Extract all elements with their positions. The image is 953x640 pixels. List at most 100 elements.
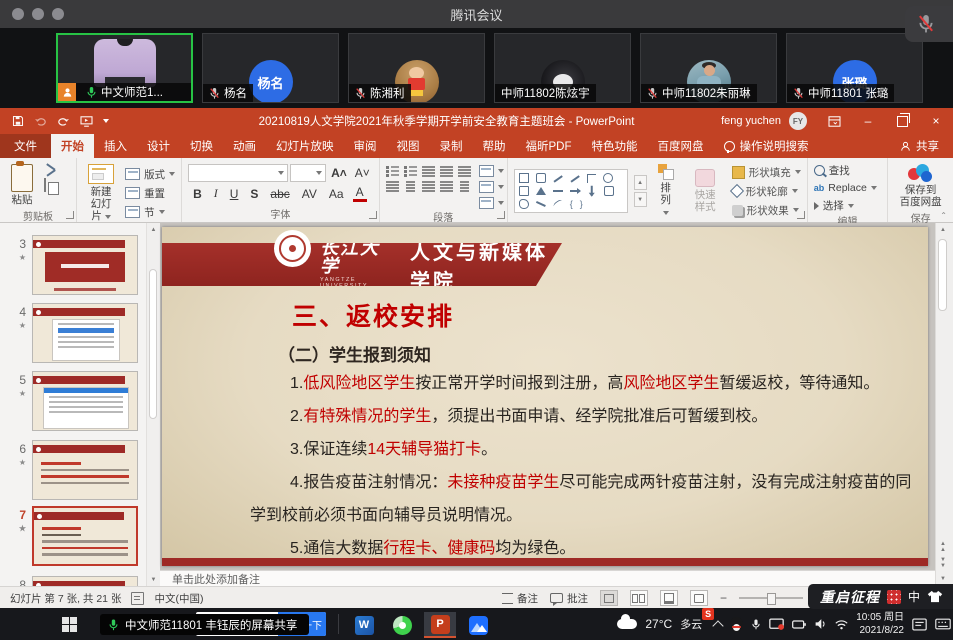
tab-home[interactable]: 开始 bbox=[51, 134, 94, 158]
tab-review[interactable]: 审阅 bbox=[344, 134, 387, 158]
notes-toggle-button[interactable]: 备注 bbox=[502, 591, 538, 606]
slide-thumbnail[interactable] bbox=[32, 235, 138, 295]
collapse-ribbon-icon[interactable]: ⌃ bbox=[940, 211, 947, 220]
zoom-slider[interactable] bbox=[739, 597, 803, 599]
tray-display-record-icon[interactable] bbox=[769, 618, 784, 631]
shape-fill-button[interactable]: 形状填充 bbox=[732, 165, 801, 180]
weather-cloud-icon[interactable] bbox=[617, 619, 637, 629]
screen-share-banner[interactable]: 中文师范11801 丰钰辰的屏幕共享 bbox=[100, 614, 309, 635]
scroll-up-icon[interactable]: ▲ bbox=[936, 223, 950, 237]
shape-effects-button[interactable]: 形状效果 bbox=[732, 203, 801, 218]
section-button[interactable]: 节 bbox=[125, 205, 175, 220]
weather-description[interactable]: 多云S bbox=[680, 616, 706, 632]
participant-tile[interactable]: 中师11802陈炫宇 bbox=[494, 33, 631, 103]
align-text-button[interactable] bbox=[479, 181, 504, 193]
save-icon[interactable] bbox=[12, 115, 24, 127]
spell-check-icon[interactable] bbox=[131, 592, 144, 605]
participant-tile[interactable]: 中师11802朱丽琳 bbox=[640, 33, 777, 103]
ime-mode-indicator[interactable]: 中 bbox=[908, 588, 920, 605]
taskbar-browser-icon[interactable] bbox=[386, 612, 418, 638]
slide-thumbnail[interactable] bbox=[32, 371, 138, 431]
new-slide-button[interactable]: 新建幻灯片 bbox=[83, 162, 119, 224]
tab-special-features[interactable]: 特色功能 bbox=[582, 134, 648, 158]
participant-tile[interactable]: 杨名 杨名 bbox=[202, 33, 339, 103]
reading-view-button[interactable] bbox=[660, 590, 678, 606]
font-size-combo[interactable] bbox=[290, 164, 326, 182]
slide-thumbnail[interactable] bbox=[32, 303, 138, 363]
close-window-button[interactable] bbox=[12, 8, 24, 20]
tab-help[interactable]: 帮助 bbox=[473, 134, 516, 158]
tab-insert[interactable]: 插入 bbox=[94, 134, 137, 158]
numbering-icon[interactable] bbox=[404, 165, 417, 176]
tab-foxit-pdf[interactable]: 福昕PDF bbox=[516, 134, 582, 158]
tab-slideshow[interactable]: 幻灯片放映 bbox=[266, 134, 344, 158]
start-button[interactable] bbox=[62, 617, 77, 632]
touch-keyboard-icon[interactable] bbox=[935, 618, 951, 630]
reset-button[interactable]: 重置 bbox=[125, 186, 175, 201]
find-button[interactable]: 查找 bbox=[814, 163, 877, 178]
layout-button[interactable]: 版式 bbox=[125, 167, 175, 182]
participant-tile[interactable]: 陈湘利 bbox=[348, 33, 485, 103]
scroll-down-icon[interactable]: ▼ bbox=[147, 573, 160, 586]
italic-button[interactable]: I bbox=[211, 186, 221, 201]
zoom-window-button[interactable] bbox=[52, 8, 64, 20]
tell-me-search[interactable]: 操作说明搜索 bbox=[714, 134, 819, 158]
text-direction-button[interactable] bbox=[479, 165, 504, 177]
convert-smartart-button[interactable] bbox=[479, 197, 504, 209]
normal-view-button[interactable] bbox=[600, 590, 618, 606]
thumbnail-slide-4[interactable]: 4★ bbox=[0, 303, 138, 363]
align-left-icon[interactable] bbox=[386, 180, 399, 191]
language-indicator[interactable]: 中文(中国) bbox=[154, 591, 203, 606]
font-color-button[interactable]: A bbox=[353, 185, 367, 202]
decrease-indent-icon[interactable] bbox=[422, 165, 435, 176]
columns-icon[interactable] bbox=[458, 180, 471, 191]
action-center-icon[interactable] bbox=[912, 618, 927, 631]
align-center-icon[interactable] bbox=[404, 180, 417, 191]
scrollbar-thumb[interactable] bbox=[149, 269, 157, 419]
shapes-scroll-up-icon[interactable]: ▲ bbox=[634, 175, 647, 190]
char-spacing-button[interactable]: AV bbox=[299, 187, 320, 201]
participant-tile[interactable]: 张璐 中师11801 张璐 bbox=[786, 33, 923, 103]
dialog-launcher-icon[interactable] bbox=[497, 211, 505, 219]
qat-dropdown-icon[interactable] bbox=[103, 119, 109, 123]
slide-thumbnail[interactable] bbox=[32, 440, 138, 500]
start-slideshow-icon[interactable] bbox=[80, 116, 93, 127]
qq-icon[interactable] bbox=[730, 617, 743, 632]
tab-transitions[interactable]: 切换 bbox=[180, 134, 223, 158]
shrink-font-button[interactable]: A˅ bbox=[352, 166, 373, 180]
thumbnail-slide-6[interactable]: 6★ bbox=[0, 440, 138, 500]
tray-mic-icon[interactable] bbox=[751, 618, 761, 631]
thumbnail-slide-7-selected[interactable]: 7★ bbox=[0, 506, 138, 566]
bullets-icon[interactable] bbox=[386, 165, 399, 176]
shape-outline-button[interactable]: 形状轮廓 bbox=[732, 184, 801, 199]
slide-scrollbar[interactable]: ▲ ▲▲ ▼▼ ▼ bbox=[935, 223, 950, 586]
scroll-up-icon[interactable]: ▲ bbox=[147, 223, 160, 236]
tray-expand-icon[interactable] bbox=[713, 620, 724, 631]
tray-network-icon[interactable] bbox=[835, 619, 848, 630]
select-button[interactable]: 选择 bbox=[814, 198, 877, 213]
underline-button[interactable]: U bbox=[227, 187, 242, 201]
dialog-launcher-icon[interactable] bbox=[66, 211, 74, 219]
redo-icon[interactable] bbox=[57, 116, 70, 127]
shapes-gallery[interactable]: { } bbox=[514, 169, 628, 213]
comments-toggle-button[interactable]: 批注 bbox=[550, 591, 588, 606]
tab-design[interactable]: 设计 bbox=[137, 134, 180, 158]
restore-button[interactable] bbox=[885, 108, 919, 134]
cut-icon[interactable] bbox=[44, 164, 58, 176]
copy-icon[interactable] bbox=[44, 178, 46, 192]
slide-thumbnail[interactable] bbox=[32, 506, 138, 566]
self-mic-panel[interactable] bbox=[905, 6, 953, 42]
justify-icon[interactable] bbox=[440, 180, 453, 191]
slide-sorter-view-button[interactable] bbox=[630, 590, 648, 606]
slide-thumbnail[interactable] bbox=[32, 576, 138, 586]
quick-styles-button[interactable]: 快速样式 bbox=[685, 167, 726, 215]
align-right-icon[interactable] bbox=[422, 180, 435, 191]
increase-indent-icon[interactable] bbox=[440, 165, 453, 176]
thumbnail-slide-5[interactable]: 5★ bbox=[0, 371, 138, 431]
ribbon-display-options-icon[interactable] bbox=[817, 108, 851, 134]
tray-volume-icon[interactable] bbox=[814, 618, 827, 630]
arrange-button[interactable]: 排列 bbox=[653, 162, 679, 220]
bold-button[interactable]: B bbox=[190, 187, 205, 201]
slideshow-view-button[interactable] bbox=[690, 590, 708, 606]
taskbar-clock[interactable]: 10:05 周日 2021/8/22 bbox=[856, 611, 904, 638]
